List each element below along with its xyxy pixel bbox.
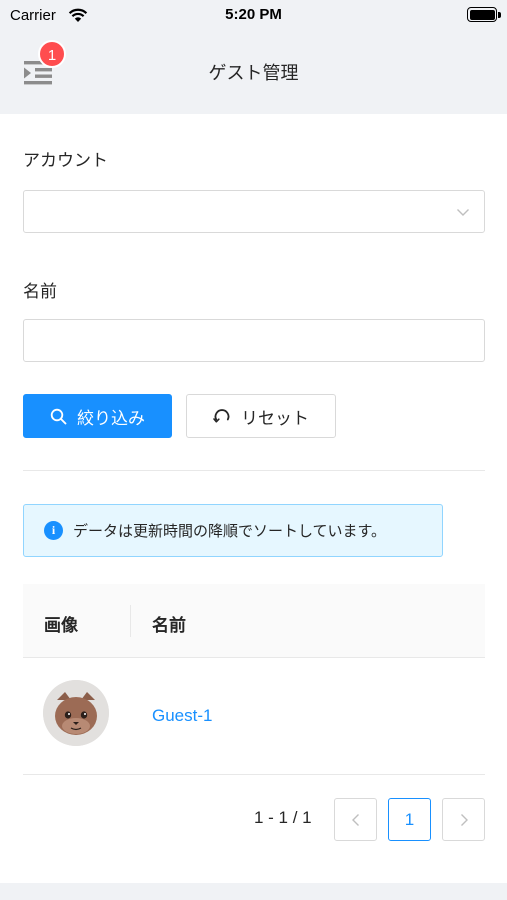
account-select[interactable] — [23, 190, 485, 233]
table-row: Guest-1 — [23, 658, 485, 775]
divider — [23, 470, 485, 471]
battery-icon — [467, 7, 497, 22]
page-number-button[interactable]: 1 — [388, 798, 431, 841]
next-page-button[interactable] — [442, 798, 485, 841]
notification-badge: 1 — [38, 40, 66, 68]
name-input[interactable] — [23, 319, 485, 362]
column-header-name: 名前 — [152, 616, 186, 636]
column-header-image: 画像 — [44, 616, 78, 636]
alert-text: データは更新時間の降順でソートしています。 — [73, 522, 387, 540]
cat-avatar-icon — [43, 680, 109, 746]
filter-button[interactable]: 絞り込み — [23, 394, 172, 438]
prev-page-button[interactable] — [334, 798, 377, 841]
column-separator — [130, 605, 131, 637]
info-alert: i データは更新時間の降順でソートしています。 — [23, 504, 443, 557]
reset-button[interactable]: リセット — [186, 394, 336, 438]
table-header: 画像 名前 — [23, 584, 485, 658]
guest-name-link[interactable]: Guest-1 — [152, 706, 212, 726]
navbar: ゲスト管理 — [0, 32, 507, 114]
reset-button-label: リセット — [241, 408, 309, 429]
battery-cap — [498, 12, 501, 18]
account-label: アカウント — [23, 151, 108, 171]
clock: 5:20 PM — [225, 6, 282, 23]
pagination-info: 1 - 1 / 1 — [254, 808, 312, 827]
search-icon — [50, 408, 67, 424]
status-bar: Carrier 5:20 PM — [0, 0, 507, 32]
reload-icon — [213, 409, 230, 423]
chevron-left-icon — [351, 813, 359, 826]
chevron-right-icon — [460, 813, 468, 826]
chevron-down-icon — [457, 209, 469, 216]
filter-button-label: 絞り込み — [77, 408, 145, 429]
info-circle-icon: i — [44, 521, 63, 540]
page-title: ゲスト管理 — [208, 63, 299, 84]
name-label: 名前 — [23, 282, 57, 302]
guest-avatar — [43, 680, 109, 746]
bottom-band — [0, 883, 507, 900]
